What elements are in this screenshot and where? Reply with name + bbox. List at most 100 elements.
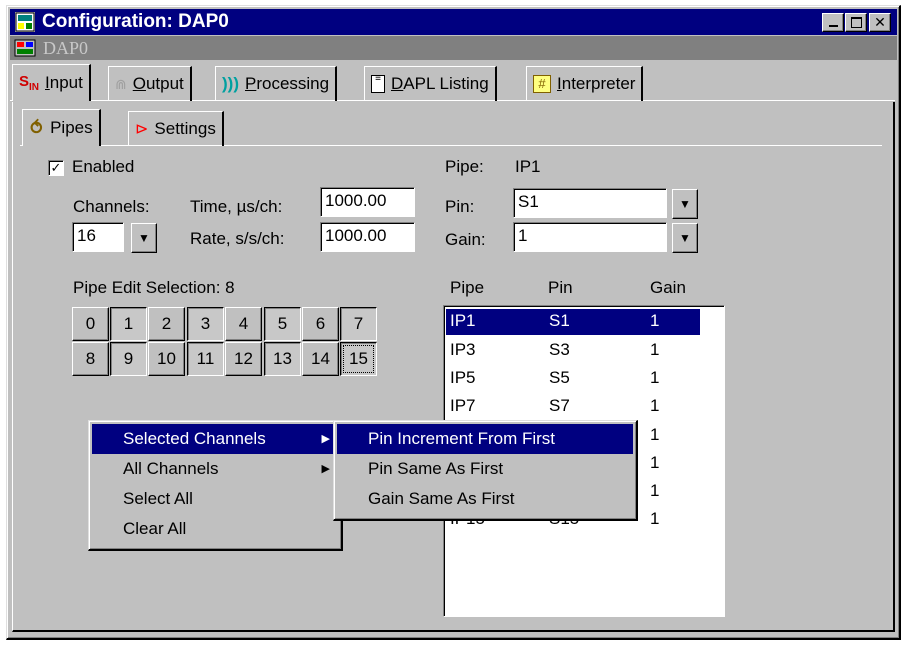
menu-item-selected-channels[interactable]: Selected Channels ▶ <box>92 424 338 454</box>
menu-item-select-all[interactable]: Select All <box>92 484 338 514</box>
menu-item-label: Selected Channels <box>123 429 266 448</box>
submenu: Pin Increment From First Pin Same As Fir… <box>333 420 638 521</box>
minimize-icon <box>828 25 838 27</box>
time-label: Time, µs/ch: <box>190 197 283 216</box>
menu-item-label: Select All <box>123 489 193 508</box>
table-cell-gain: 1 <box>650 340 660 359</box>
pipe-value: IP1 <box>515 157 541 176</box>
close-button[interactable]: ✕ <box>869 13 891 32</box>
tab-input-label: Input <box>45 73 83 93</box>
gain-dropdown-button[interactable]: ▼ <box>672 223 698 253</box>
tab-interpreter-label: Interpreter <box>557 74 635 94</box>
tab-dapl-rest: APL Listing <box>403 74 489 93</box>
rate-input[interactable]: 1000.00 <box>320 222 415 252</box>
table-cell-gain: 1 <box>650 453 660 472</box>
tab-interpreter[interactable]: # Interpreter <box>526 66 644 101</box>
time-value: 1000.00 <box>325 191 387 210</box>
tab-output-label: Output <box>133 74 184 94</box>
tab-dapl-listing[interactable]: ≡ DAPL Listing <box>364 66 497 101</box>
time-input[interactable]: 1000.00 <box>320 187 415 217</box>
processing-icon: ))) <box>222 74 239 93</box>
tab-processing-rest: rocessing <box>256 74 330 93</box>
tab-input-rest: nput <box>49 73 83 92</box>
pin-dropdown-button[interactable]: ▼ <box>672 189 698 219</box>
tab-processing-label: Processing <box>245 74 329 94</box>
pin-value: S1 <box>518 192 539 211</box>
table-cell-pin: S7 <box>549 396 570 415</box>
channel-button-5[interactable]: 5 <box>264 307 301 341</box>
channel-button-3[interactable]: 3 <box>187 307 224 341</box>
close-icon: ✕ <box>874 14 886 30</box>
channel-button-2[interactable]: 2 <box>148 307 185 341</box>
tab-dapl-listing-label: DAPL Listing <box>391 74 489 94</box>
tab-dapl-mnemonic: D <box>391 74 404 93</box>
enabled-checkbox[interactable]: ✓ <box>48 160 64 176</box>
menu-item-gain-same[interactable]: Gain Same As First <box>337 484 633 514</box>
menu-item-pin-increment[interactable]: Pin Increment From First <box>337 424 633 454</box>
table-cell-pipe: IP5 <box>450 368 476 387</box>
column-header-gain: Gain <box>650 278 686 297</box>
channel-button-13[interactable]: 13 <box>264 342 301 376</box>
channel-button-12[interactable]: 12 <box>225 342 262 376</box>
pin-select[interactable]: S1 <box>513 188 667 218</box>
tab-output-rest: utput <box>145 74 184 93</box>
channel-button-0[interactable]: 0 <box>72 307 109 341</box>
menu-item-label: Pin Same As First <box>368 459 504 478</box>
channel-button-10[interactable]: 10 <box>148 342 185 376</box>
minimize-button[interactable] <box>822 13 844 32</box>
channel-button-9[interactable]: 9 <box>110 342 147 376</box>
channel-button-7[interactable]: 7 <box>340 307 377 341</box>
menu-item-label: All Channels <box>123 459 219 478</box>
channel-button-15[interactable]: 15 <box>340 342 377 376</box>
maximize-button[interactable] <box>845 13 867 32</box>
submenu-arrow-icon: ▶ <box>321 433 330 445</box>
gain-select[interactable]: 1 <box>513 222 667 252</box>
tab-input[interactable]: SIN Input <box>12 64 91 101</box>
tab-processing-mnemonic: P <box>244 74 257 93</box>
channel-button-11[interactable]: 11 <box>187 342 224 376</box>
table-cell-gain: 1 <box>650 425 660 444</box>
table-cell-gain: 1 <box>650 396 660 415</box>
channel-button-6[interactable]: 6 <box>302 307 339 341</box>
subtab-pipes[interactable]: ⥀ Pipes <box>22 109 101 146</box>
tab-processing[interactable]: ))) Processing <box>215 66 338 101</box>
channels-dropdown-button[interactable]: ▼ <box>131 223 157 253</box>
table-cell-pipe: IP1 <box>450 311 476 330</box>
input-icon: SIN <box>19 73 40 93</box>
pipe-label: Pipe: <box>445 157 484 176</box>
tab-interpreter-rest: nterpreter <box>561 74 636 93</box>
settings-icon: ⊳ <box>135 121 149 138</box>
enabled-label: Enabled <box>72 157 135 176</box>
menu-item-label: Pin Increment From First <box>368 429 556 448</box>
dropdown-arrow-icon: ▼ <box>679 197 691 211</box>
channel-button-1[interactable]: 1 <box>110 307 147 341</box>
dropdown-arrow-icon: ▼ <box>679 231 691 245</box>
context-menu: Selected Channels ▶ All Channels ▶ Selec… <box>88 420 343 551</box>
table-cell-pin: S3 <box>549 340 570 359</box>
tab-output[interactable]: ⋒ Output <box>108 66 192 101</box>
pipe-icon: ⥀ <box>29 117 45 138</box>
menu-item-pin-same[interactable]: Pin Same As First <box>337 454 633 484</box>
table-cell-pipe: IP3 <box>450 340 476 359</box>
menu-item-label: Gain Same As First <box>368 489 515 508</box>
menu-item-all-channels[interactable]: All Channels ▶ <box>92 454 338 484</box>
table-row-selected[interactable] <box>446 309 700 335</box>
device-bar <box>10 36 897 60</box>
channels-select[interactable]: 16 <box>72 222 124 252</box>
subtab-pipes-label: Pipes <box>50 118 93 137</box>
device-name: DAP0 <box>43 38 89 58</box>
channel-button-8[interactable]: 8 <box>72 342 109 376</box>
channel-button-14[interactable]: 14 <box>302 342 339 376</box>
column-header-pipe: Pipe <box>450 278 485 297</box>
gain-value: 1 <box>518 226 528 245</box>
app-icon <box>15 12 35 32</box>
checkmark-icon: ✓ <box>50 160 62 175</box>
tab-output-mnemonic: O <box>132 74 146 93</box>
menu-item-clear-all[interactable]: Clear All <box>92 514 338 544</box>
subtab-settings-label: Settings <box>154 119 216 138</box>
interpreter-icon: # <box>533 75 551 93</box>
table-cell-pipe: IP7 <box>450 396 476 415</box>
pipe-edit-count: 8 <box>225 278 235 297</box>
subtab-settings[interactable]: ⊳ Settings <box>128 111 224 146</box>
channel-button-4[interactable]: 4 <box>225 307 262 341</box>
